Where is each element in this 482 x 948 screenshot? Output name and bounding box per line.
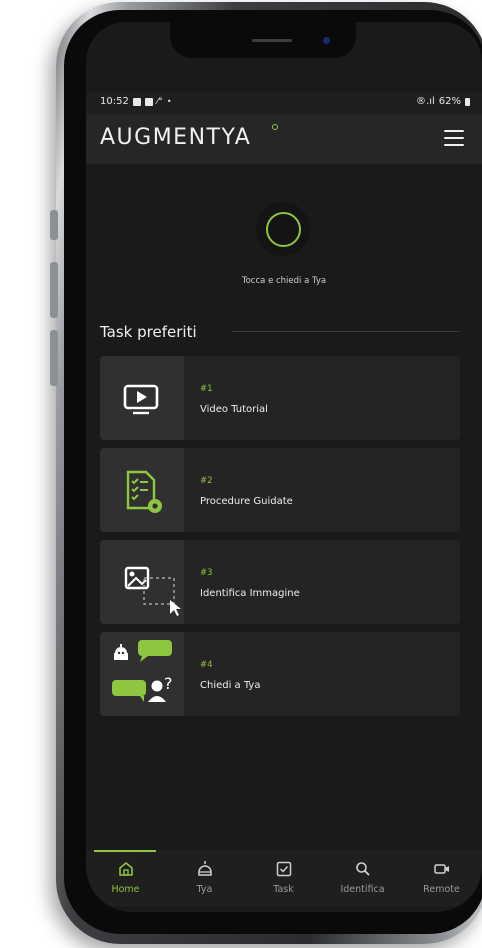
task-card-chiedi-a-tya[interactable]: ? #4 Chiedi a Tya xyxy=(100,632,460,716)
video-player-icon xyxy=(100,356,184,440)
task-number: #1 xyxy=(200,384,213,394)
status-time: 10:52 xyxy=(100,96,129,107)
chat-bot-icon: ? xyxy=(100,632,184,716)
checklist-gear-icon xyxy=(100,448,184,532)
battery-icon xyxy=(465,97,470,106)
bottom-navigation: Home Tya Task Identifica Remote xyxy=(86,850,482,906)
nav-label: Home xyxy=(111,884,140,895)
task-card-identifica-immagine[interactable]: #3 Identifica Immagine xyxy=(100,540,460,624)
task-card-video-tutorial[interactable]: #1 Video Tutorial xyxy=(100,356,460,440)
nav-label: Remote xyxy=(423,884,460,895)
front-camera xyxy=(323,37,330,44)
search-icon xyxy=(356,862,370,876)
nav-tab-remote[interactable]: Remote xyxy=(402,850,481,906)
task-number: #3 xyxy=(200,568,213,578)
voice-assistant-button[interactable] xyxy=(256,202,310,256)
task-title: Video Tutorial xyxy=(200,404,268,415)
app-logo: AUGMENTYA xyxy=(100,125,252,150)
task-number: #4 xyxy=(200,660,213,670)
phone-screen: 10:52 ⁄° • ®.ıl 62% AUGMENTYA Tocca e ch… xyxy=(86,22,482,912)
phone-notch xyxy=(170,22,356,58)
nav-label: Identifica xyxy=(340,884,385,895)
notification-icon: ⁄° xyxy=(156,96,163,107)
assistant-caption: Tocca e chiedi a Tya xyxy=(241,276,327,286)
task-title: Chiedi a Tya xyxy=(200,680,261,691)
speaker-grille xyxy=(252,39,292,42)
checkbox-icon xyxy=(276,861,292,877)
assistant-ring-icon xyxy=(266,212,301,247)
svg-text:?: ? xyxy=(164,674,173,693)
notification-icon xyxy=(144,97,153,106)
logo-accent-dot xyxy=(272,124,278,130)
app-header: AUGMENTYA xyxy=(86,114,482,164)
status-bar: 10:52 ⁄° • ®.ıl 62% xyxy=(86,92,482,114)
phone-side-button xyxy=(50,210,58,240)
nav-active-indicator xyxy=(94,850,156,852)
task-number: #2 xyxy=(200,476,213,486)
nav-tab-identifica[interactable]: Identifica xyxy=(323,850,402,906)
nav-tab-task[interactable]: Task xyxy=(244,850,323,906)
nav-tab-home[interactable]: Home xyxy=(86,850,165,906)
section-divider xyxy=(232,331,460,332)
video-camera-icon xyxy=(434,864,449,874)
task-title: Procedure Guidate xyxy=(200,496,293,507)
wifi-signal-icon: ®.ıl xyxy=(416,96,435,107)
notification-icon xyxy=(132,97,141,106)
home-icon xyxy=(119,862,133,876)
robot-icon xyxy=(198,861,212,876)
phone-side-button xyxy=(50,262,58,318)
dot-icon: • xyxy=(166,97,172,106)
task-card-procedure-guidate[interactable]: #2 Procedure Guidate xyxy=(100,448,460,532)
image-select-icon xyxy=(100,540,184,624)
nav-tab-tya[interactable]: Tya xyxy=(165,850,244,906)
task-title: Identifica Immagine xyxy=(200,588,300,599)
section-title: Task preferiti xyxy=(100,323,197,341)
battery-level: 62% xyxy=(438,96,461,107)
nav-label: Task xyxy=(273,884,294,895)
phone-side-button xyxy=(50,330,58,386)
hamburger-menu-icon[interactable] xyxy=(444,129,464,147)
nav-label: Tya xyxy=(196,884,213,895)
